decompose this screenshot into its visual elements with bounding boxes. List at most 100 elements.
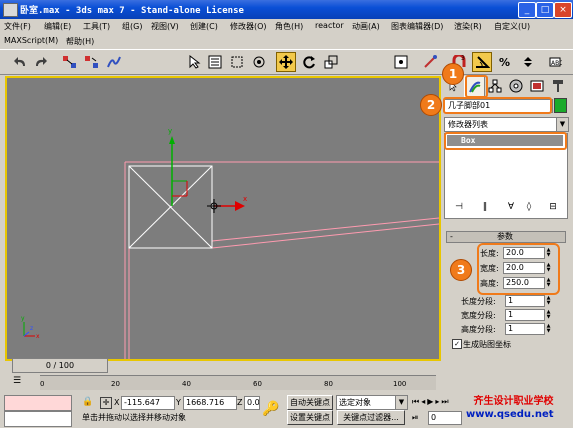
- tab-utilities[interactable]: [548, 76, 567, 95]
- callout-1: 1: [442, 63, 464, 85]
- parameters-rollout-header[interactable]: - 参数: [446, 231, 566, 243]
- track-bar-icon[interactable]: ☰: [10, 376, 24, 388]
- perspective-viewport[interactable]: y x y x z: [5, 76, 441, 361]
- named-selection-icon[interactable]: ABC: [545, 52, 565, 72]
- highlight-name-field: [443, 97, 552, 114]
- height-segs-input[interactable]: 1: [505, 323, 545, 335]
- watermark-url: www.qsedu.net: [466, 409, 554, 420]
- bind-space-warp-icon[interactable]: [104, 52, 124, 72]
- display-icon: [530, 80, 543, 91]
- z-coord-field[interactable]: 0.0: [244, 396, 260, 410]
- title-bar[interactable]: 卧室.max - 3ds max 7 - Stand-alone License…: [0, 0, 573, 19]
- key-icon[interactable]: 🔑: [262, 401, 279, 417]
- absolute-mode-icon[interactable]: ✛: [100, 397, 112, 409]
- gizmo-y-arrow: [169, 136, 175, 144]
- main-toolbar: 全部▼ 视图▼ 3 % ABC: [0, 49, 573, 118]
- scale-icon[interactable]: [321, 52, 341, 72]
- menu-create[interactable]: 创建(C): [190, 21, 218, 32]
- angle-snap-icon[interactable]: [472, 52, 492, 72]
- maxscript-mini-listener[interactable]: [4, 411, 72, 427]
- key-mode-icon[interactable]: ⏯: [412, 413, 418, 423]
- length-segs-input[interactable]: 1: [505, 295, 545, 307]
- remove-modifier-icon[interactable]: ◊: [521, 200, 537, 214]
- gizmo-x-label: x: [243, 195, 247, 203]
- tick-label: 60: [253, 380, 262, 388]
- width-segs-label: 宽度分段:: [461, 311, 496, 320]
- app-icon: [3, 3, 18, 17]
- spinner-snap-icon[interactable]: [518, 52, 538, 72]
- menu-file[interactable]: 文件(F): [4, 21, 31, 32]
- select-by-name-icon[interactable]: [205, 52, 225, 72]
- menu-maxscript[interactable]: MAXScript(M): [4, 36, 58, 45]
- key-set-dropdown[interactable]: 选定对象 ▼: [336, 395, 408, 410]
- menu-modifiers[interactable]: 修改器(O): [230, 21, 267, 32]
- modifier-list-label: 修改器列表: [448, 120, 488, 129]
- tick-label: 80: [324, 380, 333, 388]
- gen-map-coords-label: 生成贴图坐标: [463, 340, 511, 349]
- undo-icon[interactable]: [10, 52, 30, 72]
- lock-icon[interactable]: 🔒: [82, 397, 93, 407]
- object-color-swatch[interactable]: [554, 98, 567, 113]
- y-coord-field[interactable]: 1668.716: [183, 396, 237, 410]
- menu-customize[interactable]: 自定义(U): [494, 21, 530, 32]
- svg-text:ABC: ABC: [551, 60, 562, 67]
- x-coord-field[interactable]: -115.647: [121, 396, 175, 410]
- playback-controls[interactable]: ⏮◂▶▸⏭: [412, 397, 451, 407]
- menu-rendering[interactable]: 渲染(R): [454, 21, 482, 32]
- svg-text:%: %: [499, 56, 510, 69]
- make-unique-icon[interactable]: ∀: [503, 200, 519, 214]
- window-crossing-icon[interactable]: [249, 52, 269, 72]
- wire-edge: [211, 223, 439, 249]
- redo-icon[interactable]: [31, 52, 51, 72]
- menu-edit[interactable]: 编辑(E): [44, 21, 71, 32]
- gizmo-y-label: y: [168, 127, 172, 135]
- percent-snap-icon[interactable]: %: [495, 52, 515, 72]
- menu-views[interactable]: 视图(V): [151, 21, 179, 32]
- menu-character[interactable]: 角色(H): [275, 21, 303, 32]
- tick-label: 40: [182, 380, 191, 388]
- maximize-button[interactable]: □: [536, 2, 554, 18]
- callout-2: 2: [420, 94, 442, 116]
- height-segs-label: 高度分段:: [461, 325, 496, 334]
- pin-stack-icon[interactable]: ⊣: [451, 200, 467, 214]
- configure-sets-icon[interactable]: ⊟: [545, 200, 561, 214]
- move-cursor-icon: [207, 199, 221, 213]
- tick-label: 20: [111, 380, 120, 388]
- gen-map-coords-checkbox[interactable]: ✓: [452, 339, 462, 349]
- menu-help[interactable]: 帮助(H): [66, 36, 94, 47]
- select-icon[interactable]: [184, 52, 204, 72]
- track-bar[interactable]: 0 20 40 60 80 100: [40, 375, 436, 390]
- modifier-list-dropdown[interactable]: 修改器列表 ▼: [444, 117, 569, 132]
- show-end-result-icon[interactable]: ‖: [477, 200, 493, 214]
- tab-motion[interactable]: [506, 76, 525, 95]
- length-segs-spinner-icon[interactable]: ▲ ▼: [545, 296, 552, 306]
- menu-reactor[interactable]: reactor: [315, 21, 344, 30]
- time-slider[interactable]: 0 / 100: [12, 358, 108, 373]
- menu-animation[interactable]: 动画(A): [352, 21, 380, 32]
- minimize-button[interactable]: _: [518, 2, 536, 18]
- viewport-canvas: y x y x z: [21, 127, 439, 359]
- width-segs-input[interactable]: 1: [505, 309, 545, 321]
- close-button[interactable]: ×: [554, 2, 572, 18]
- rect-region-icon[interactable]: [227, 52, 247, 72]
- link-icon[interactable]: [60, 52, 80, 72]
- current-frame-field[interactable]: 0: [428, 411, 462, 425]
- width-segs-spinner-icon[interactable]: ▲ ▼: [545, 310, 552, 320]
- height-segs-spinner-icon[interactable]: ▲ ▼: [545, 324, 552, 334]
- menu-tools[interactable]: 工具(T): [83, 21, 110, 32]
- set-key-button[interactable]: 设置关键点: [287, 410, 333, 425]
- manipulate-icon[interactable]: [420, 52, 440, 72]
- chevron-down-icon: ▼: [395, 396, 407, 409]
- move-icon[interactable]: [276, 52, 296, 72]
- rotate-icon[interactable]: [299, 52, 319, 72]
- menu-graph-editors[interactable]: 图表编辑器(D): [391, 21, 443, 32]
- unlink-icon[interactable]: [82, 52, 102, 72]
- auto-key-button[interactable]: 自动关键点: [287, 395, 333, 410]
- maxscript-listener[interactable]: [4, 395, 72, 411]
- motion-icon: [509, 79, 522, 92]
- tab-display[interactable]: [527, 76, 546, 95]
- menu-group[interactable]: 组(G): [122, 21, 142, 32]
- pivot-icon[interactable]: [391, 52, 411, 72]
- key-filters-button[interactable]: 关键点过滤器...: [337, 410, 405, 425]
- callout-3: 3: [450, 259, 472, 281]
